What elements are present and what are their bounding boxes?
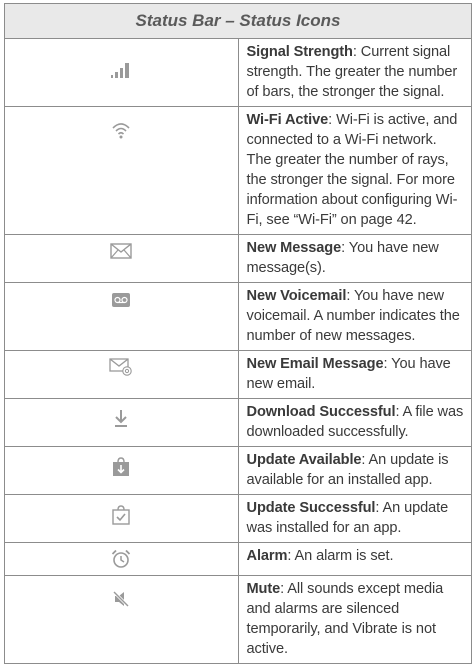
icon-cell (4, 234, 239, 283)
description-cell: New Email Message: You have new email. (237, 350, 472, 399)
envelope-icon (110, 243, 132, 259)
description-cell: New Voicemail: You have new voicemail. A… (237, 282, 472, 351)
description-cell: Signal Strength: Current signal strength… (237, 38, 472, 107)
term: Download Successful (246, 404, 396, 420)
email-icon (109, 358, 132, 376)
table-row: Signal Strength: Current signal strength… (4, 38, 472, 107)
description-cell: Alarm: An alarm is set. (237, 542, 472, 576)
download-icon (115, 410, 128, 427)
icon-cell (4, 350, 239, 399)
table-row: New Voicemail: You have new voicemail. A… (4, 282, 472, 351)
table-header-row: Status Bar – Status Icons (4, 3, 472, 39)
table-row: Wi-Fi Active: Wi-Fi is active, and conne… (4, 106, 472, 235)
term: New Message (246, 240, 342, 256)
term: Alarm (246, 548, 288, 564)
table-row: Update Successful: An update was install… (4, 494, 472, 543)
icon-cell (4, 282, 239, 351)
term: Mute (246, 581, 281, 597)
page: Status Bar – Status Icons Signal Strengt… (0, 0, 476, 664)
mute-icon (113, 590, 130, 608)
term: Update Successful (246, 500, 376, 516)
table-row: New Message: You have new message(s). (4, 234, 472, 283)
update-successful-icon (112, 505, 130, 525)
icon-cell (4, 38, 239, 107)
description-cell: Update Successful: An update was install… (237, 494, 472, 543)
table-row: Update Available: An update is available… (4, 446, 472, 495)
table-row: Alarm: An alarm is set. (4, 542, 472, 576)
icon-cell (4, 398, 239, 447)
term: Signal Strength (246, 44, 353, 60)
term: Wi-Fi Active (246, 112, 329, 128)
signal-strength-icon (111, 63, 130, 78)
description-cell: Update Available: An update is available… (237, 446, 472, 495)
table-row: Mute: All sounds except media and alarms… (4, 575, 472, 664)
icon-cell (4, 106, 239, 235)
alarm-clock-icon (112, 549, 131, 568)
table-row: New Email Message: You have new email. (4, 350, 472, 399)
icon-cell (4, 575, 239, 664)
update-available-icon (113, 457, 130, 476)
term: Update Available (246, 452, 362, 468)
icon-cell (4, 494, 239, 543)
wifi-icon (112, 123, 130, 139)
description-cell: Download Successful: A file was download… (237, 398, 472, 447)
term: New Voicemail (246, 288, 347, 304)
description: : An alarm is set. (287, 548, 394, 564)
table-row: Download Successful: A file was download… (4, 398, 472, 447)
description: : Wi-Fi is active, and connected to a Wi… (246, 112, 458, 228)
description-cell: Wi-Fi Active: Wi-Fi is active, and conne… (237, 106, 472, 235)
term: New Email Message (246, 356, 384, 372)
table-title: Status Bar – Status Icons (4, 3, 472, 39)
description-cell: New Message: You have new message(s). (237, 234, 472, 283)
icon-cell (4, 446, 239, 495)
icon-cell (4, 542, 239, 576)
description-cell: Mute: All sounds except media and alarms… (237, 575, 472, 664)
voicemail-icon (112, 293, 131, 307)
status-icons-table: Status Bar – Status Icons Signal Strengt… (4, 3, 472, 664)
